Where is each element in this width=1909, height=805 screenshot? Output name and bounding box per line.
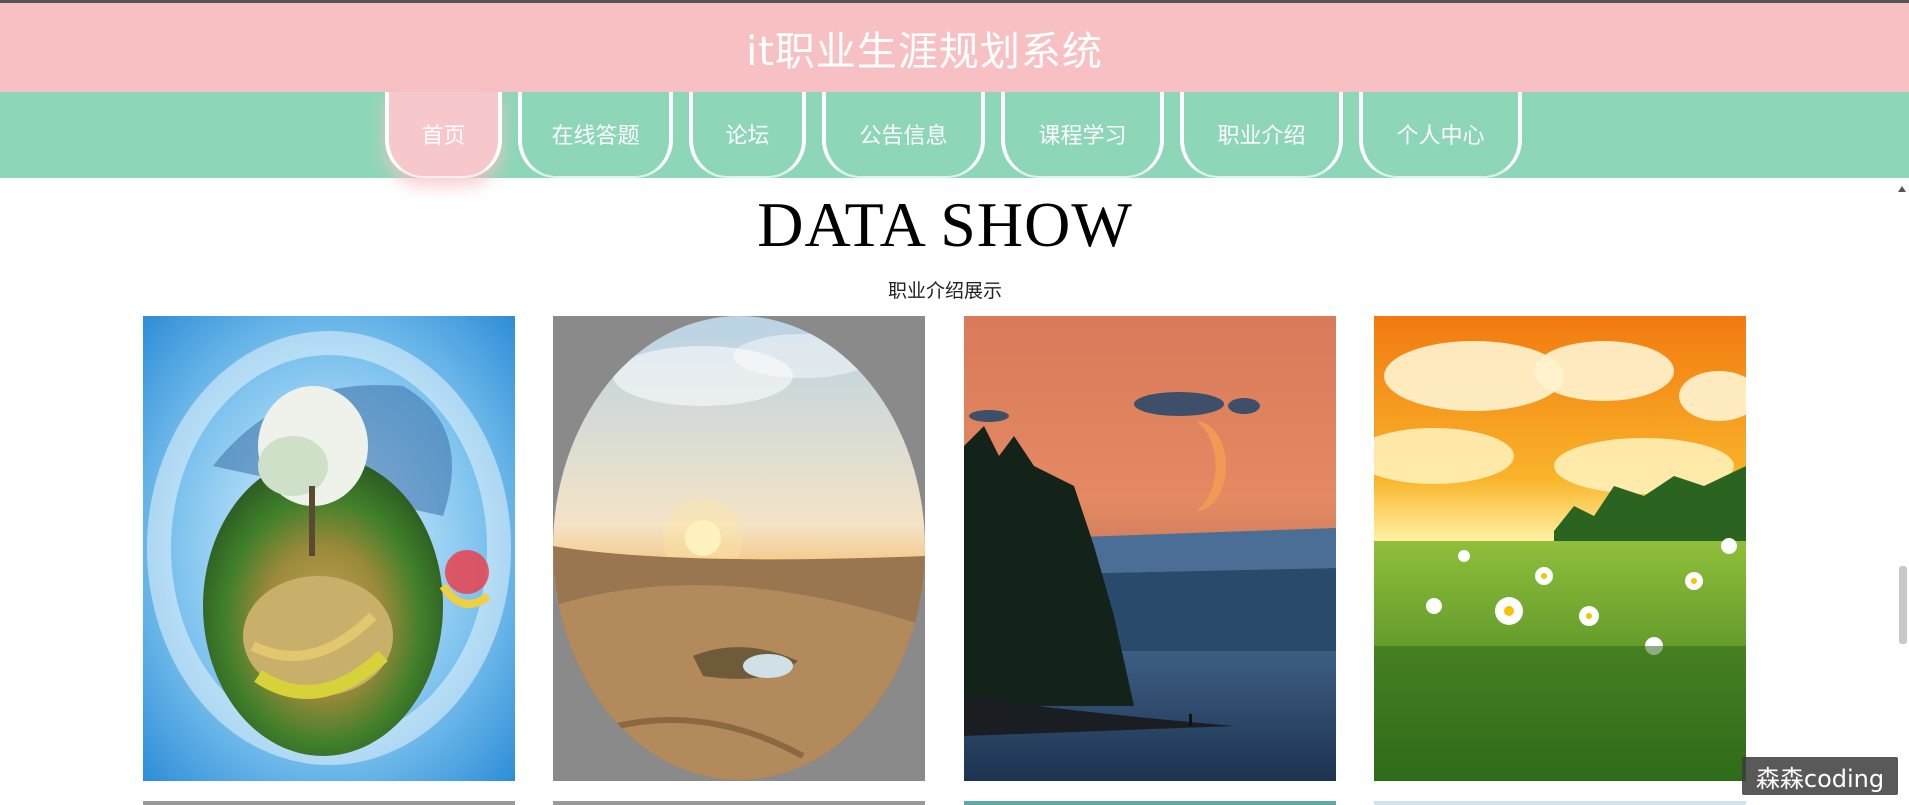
nav-item-label: 职业介绍 <box>1217 124 1306 149</box>
section-title: DATA SHOW <box>757 189 1133 260</box>
gallery-item-desert-oasis[interactable] <box>553 316 925 781</box>
next-row-edge <box>1374 801 1746 805</box>
vertical-scrollbar[interactable] <box>1895 178 1909 805</box>
next-row-edge <box>964 801 1336 805</box>
lake-moon-image <box>964 316 1336 781</box>
tiny-planet-image <box>143 316 515 781</box>
nav-item-forum[interactable]: 论坛 <box>689 92 806 178</box>
nav-item-online-quiz[interactable]: 在线答题 <box>518 92 673 178</box>
gallery-item-meadow-daisies[interactable] <box>1374 316 1746 781</box>
watermark: 森森coding <box>1742 757 1898 795</box>
scroll-thumb[interactable] <box>1899 566 1907 644</box>
scroll-up-icon[interactable] <box>1898 186 1906 192</box>
gallery-item-tiny-planet[interactable] <box>143 316 515 781</box>
next-row-edge <box>553 801 925 805</box>
main-nav: 首页 在线答题 论坛 公告信息 课程学习 职业介绍 个人中心 <box>0 92 1909 178</box>
section-subtitle: 职业介绍展示 <box>887 280 1002 302</box>
nav-item-announcements[interactable]: 公告信息 <box>822 92 985 178</box>
nav-item-career-intro[interactable]: 职业介绍 <box>1180 92 1343 178</box>
nav-item-label: 首页 <box>421 124 466 149</box>
nav-items: 首页 在线答题 论坛 公告信息 课程学习 职业介绍 个人中心 <box>385 92 1538 178</box>
next-row-edge <box>143 801 515 805</box>
meadow-daisies-image <box>1374 316 1746 781</box>
gallery-item-lake-moon[interactable] <box>964 316 1336 781</box>
site-header: it职业生涯规划系统 <box>0 3 1909 92</box>
site-title: it职业生涯规划系统 <box>746 28 1103 75</box>
nav-item-label: 个人中心 <box>1396 124 1485 149</box>
nav-item-label: 论坛 <box>725 124 770 149</box>
nav-item-label: 公告信息 <box>859 124 948 149</box>
nav-item-home[interactable]: 首页 <box>385 92 502 178</box>
nav-item-label: 课程学习 <box>1038 124 1127 149</box>
nav-item-courses[interactable]: 课程学习 <box>1001 92 1164 178</box>
desert-oasis-image <box>553 316 925 781</box>
nav-item-label: 在线答题 <box>551 124 640 149</box>
nav-item-personal-center[interactable]: 个人中心 <box>1359 92 1522 178</box>
